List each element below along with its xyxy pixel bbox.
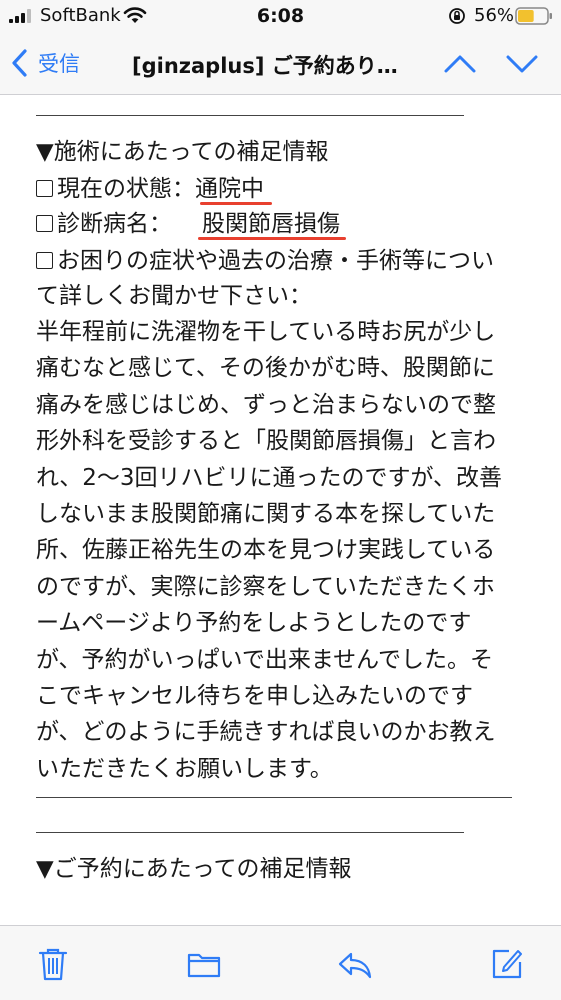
field-question-label: お困りの症状や過去の治療・手術等につい [57,248,494,274]
field-diagnosis-row: 診断病名： 股関節唇損傷 [36,209,340,239]
field-question-label-cont: て詳しくお聞かせ下さい： [36,283,312,309]
next-message-button[interactable] [504,50,540,78]
back-button-label: 受信 [38,52,80,76]
compose-icon [492,949,522,979]
divider-line [36,115,464,116]
battery-icon [515,7,552,25]
field-diagnosis-label: 診断病名： [57,211,172,237]
message-line: こでキャンセル待ちを申し込みたいのです [36,683,473,709]
message-line: ームページより予約をしようとしたのです [36,610,472,637]
message-line: れ、2〜3回リハビリに通ったのですが、改善 [36,464,503,491]
battery-percent: 56% [474,5,515,26]
chevron-left-icon [12,49,27,77]
delete-button[interactable] [35,946,71,982]
message-line: のですが、実際に診察をしていただきたくホ [36,573,495,600]
checkbox-square-icon [36,252,53,269]
message-line: が、予約がいっぱいで出来ませんでした。そ [36,646,494,673]
checkbox-square-icon [36,215,53,232]
message-line: 痛むなと感じて、その後かがむ時、股関節に [36,355,495,382]
reply-icon [338,952,372,979]
checkbox-square-icon [36,180,53,197]
mail-screen: SoftBank 6:08 56% 受信 [ginzaplus] ご予約あり… [0,0,561,1000]
navigation-bar: 受信 [ginzaplus] ご予約あり… [0,32,561,95]
message-line: 痛みを感じはじめ、ずっと治まらないので整 [36,391,496,418]
message-line: しないまま股関節痛に関する本を探していた [36,501,496,527]
message-line: いただきたくお願いします。 [36,755,333,782]
message-line: 形外科を受診すると「股関節唇損傷」と言わ [36,428,496,455]
red-underline-mark [200,202,272,205]
reply-button[interactable] [337,946,373,982]
folder-icon [187,953,221,978]
email-body[interactable]: ▼施術にあたっての補足情報 現在の状態：通院中 診断病名： 股関節唇損傷 お困りの… [0,95,561,925]
message-line: 半年程前に洗濯物を干している時お尻が少し [36,319,496,345]
message-line: が、どのように手続きすれば良いのかお教え [36,719,496,746]
field-diagnosis-value: 股関節唇損傷 [202,211,340,237]
divider-line [36,797,512,798]
bottom-toolbar [0,925,561,1000]
section-heading: ▼ご予約にあたっての補足情報 [36,856,352,882]
message-subject-title: [ginzaplus] ご予約あり… [132,54,398,78]
field-status-label: 現在の状態： [57,176,195,202]
divider-line [36,832,464,833]
message-line: 所、佐藤正裕先生の本を見つけ実践している [36,537,496,564]
field-status-row: 現在の状態：通院中 [36,174,264,204]
back-button[interactable]: 受信 [10,46,80,80]
previous-message-button[interactable] [442,50,478,78]
trash-icon [38,948,68,981]
move-folder-button[interactable] [186,946,222,982]
field-question-row: お困りの症状や過去の治療・手術等につい [36,246,494,276]
orientation-lock-icon [449,8,465,24]
field-status-value: 通院中 [195,176,264,202]
section-heading: ▼施術にあたっての補足情報 [36,139,329,165]
red-underline-mark [198,237,346,240]
status-bar: SoftBank 6:08 56% [0,0,561,32]
compose-button[interactable] [489,946,525,982]
